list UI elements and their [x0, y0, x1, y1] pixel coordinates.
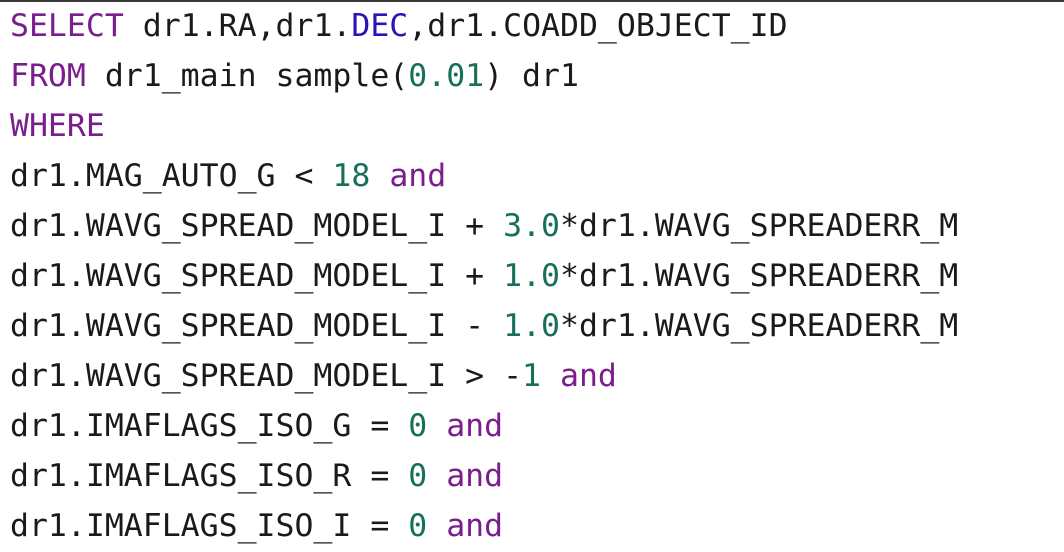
sql-keyword: and: [446, 408, 504, 444]
sql-text: *dr1.WAVG_SPREADERR_M: [560, 308, 959, 344]
sql-number: 0: [408, 408, 428, 444]
code-line: WHERE: [10, 101, 958, 151]
sql-keyword: and: [559, 358, 617, 394]
sql-keyword: and: [389, 158, 447, 194]
sql-number: 18: [332, 158, 371, 194]
sql-keyword: and: [446, 508, 504, 544]
sql-keyword: and: [446, 458, 504, 494]
code-line: SELECT dr1.RA,dr1.DEC,dr1.COADD_OBJECT_I…: [10, 1, 958, 51]
code-line: FROM dr1_main sample(0.01) dr1: [10, 51, 958, 101]
sql-text: ,dr1.COADD_OBJECT_ID: [408, 8, 788, 44]
sql-number: 0.01: [408, 58, 485, 94]
sql-text: dr1.MAG_AUTO_G <: [10, 158, 333, 194]
code-line: dr1.IMAFLAGS_ISO_I = 0 and: [10, 501, 958, 551]
sql-text: dr1.WAVG_SPREAD_MODEL_I > -: [10, 358, 523, 394]
sql-number: 1.0: [503, 308, 560, 344]
sql-number: 1.0: [503, 258, 560, 294]
code-line: dr1.WAVG_SPREAD_MODEL_I - 1.0*dr1.WAVG_S…: [10, 301, 958, 351]
sql-text: dr1.WAVG_SPREAD_MODEL_I +: [10, 258, 504, 294]
code-line: dr1.IMAFLAGS_ISO_R = 0 and: [10, 451, 958, 501]
sql-text: ) dr1: [484, 58, 579, 94]
sql-text: *dr1.WAVG_SPREADERR_M: [560, 208, 959, 244]
sql-text: dr1.RA,dr1.: [123, 8, 352, 44]
sql-text: *dr1.WAVG_SPREADERR_M: [560, 258, 959, 294]
code-line: dr1.WAVG_SPREAD_MODEL_I + 3.0*dr1.WAVG_S…: [10, 201, 958, 251]
sql-number: 0: [408, 458, 428, 494]
sql-text: dr1.IMAFLAGS_ISO_R =: [10, 458, 409, 494]
sql-text: dr1.IMAFLAGS_ISO_I =: [10, 508, 409, 544]
sql-number: 1: [522, 358, 542, 394]
sql-text: dr1.IMAFLAGS_ISO_G =: [10, 408, 409, 444]
sql-keyword: SELECT: [10, 8, 124, 44]
sql-text: dr1_main sample(: [85, 58, 409, 94]
sql-builtin: DEC: [351, 8, 409, 44]
sql-number: 3.0: [503, 208, 560, 244]
code-line: dr1.WAVG_SPREAD_MODEL_I + 1.0*dr1.WAVG_S…: [10, 251, 958, 301]
sql-keyword: FROM: [10, 58, 86, 94]
sql-number: 0: [408, 508, 428, 544]
sql-text: dr1.WAVG_SPREAD_MODEL_I -: [10, 308, 504, 344]
sql-code-block[interactable]: SELECT dr1.RA,dr1.DEC,dr1.COADD_OBJECT_I…: [10, 1, 958, 551]
code-line: dr1.MAG_AUTO_G < 18 and: [10, 151, 958, 201]
code-line: dr1.WAVG_SPREAD_MODEL_I > -1 and: [10, 351, 958, 401]
sql-keyword: WHERE: [10, 108, 105, 144]
code-line: dr1.IMAFLAGS_ISO_G = 0 and: [10, 401, 958, 451]
sql-text: dr1.WAVG_SPREAD_MODEL_I +: [10, 208, 504, 244]
